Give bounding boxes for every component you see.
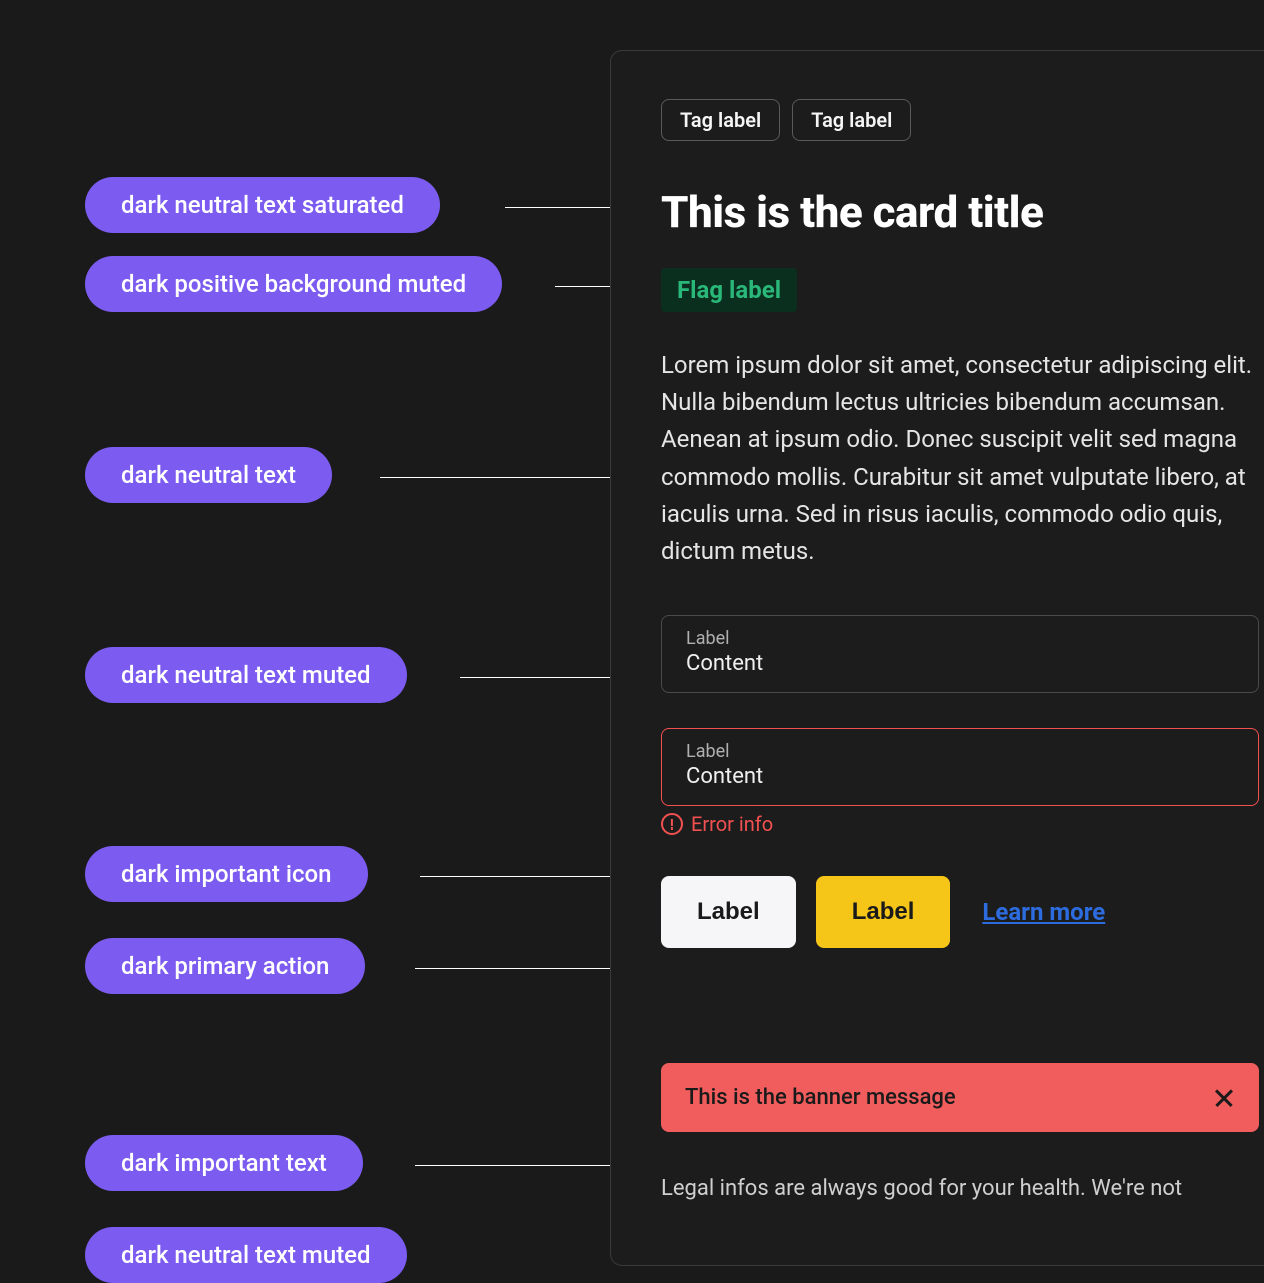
token-pill-neutral-text-muted: dark neutral text muted bbox=[85, 647, 407, 703]
close-icon[interactable] bbox=[1213, 1087, 1235, 1109]
tag-label[interactable]: Tag label bbox=[661, 99, 780, 141]
card-body-text: Lorem ipsum dolor sit amet, consectetur … bbox=[661, 347, 1259, 570]
token-pill-neutral-text-saturated: dark neutral text saturated bbox=[85, 177, 440, 233]
flag-label: Flag label bbox=[661, 268, 797, 312]
token-pill-important-icon: dark important icon bbox=[85, 846, 368, 902]
token-pill-neutral-text: dark neutral text bbox=[85, 447, 332, 503]
error-info-row: Error info bbox=[661, 812, 1259, 836]
alert-circle-icon bbox=[661, 813, 683, 835]
field-content: Content bbox=[686, 651, 1234, 676]
actions-row: Label Label Learn more bbox=[661, 876, 1259, 948]
legal-disclaimer: Legal infos are always good for your hea… bbox=[661, 1172, 1259, 1205]
text-field-error[interactable]: Label Content bbox=[661, 728, 1259, 806]
error-info-text: Error info bbox=[691, 812, 773, 836]
secondary-button[interactable]: Label bbox=[661, 876, 796, 948]
banner-alert: This is the banner message bbox=[661, 1063, 1259, 1132]
primary-button[interactable]: Label bbox=[816, 876, 951, 948]
token-pill-primary-action: dark primary action bbox=[85, 938, 365, 994]
banner-message: This is the banner message bbox=[685, 1085, 956, 1110]
token-pill-neutral-text-muted-2: dark neutral text muted bbox=[85, 1227, 407, 1283]
text-field[interactable]: Label Content bbox=[661, 615, 1259, 693]
field-content: Content bbox=[686, 764, 1234, 789]
token-pill-important-text: dark important text bbox=[85, 1135, 363, 1191]
tag-label[interactable]: Tag label bbox=[792, 99, 911, 141]
example-card: Tag label Tag label This is the card tit… bbox=[610, 50, 1264, 1266]
token-pill-positive-bg-muted: dark positive background muted bbox=[85, 256, 502, 312]
field-label: Label bbox=[686, 741, 1234, 762]
learn-more-link[interactable]: Learn more bbox=[982, 898, 1105, 926]
card-title: This is the card title bbox=[661, 186, 1259, 238]
field-label: Label bbox=[686, 628, 1234, 649]
tag-row: Tag label Tag label bbox=[661, 99, 1259, 141]
